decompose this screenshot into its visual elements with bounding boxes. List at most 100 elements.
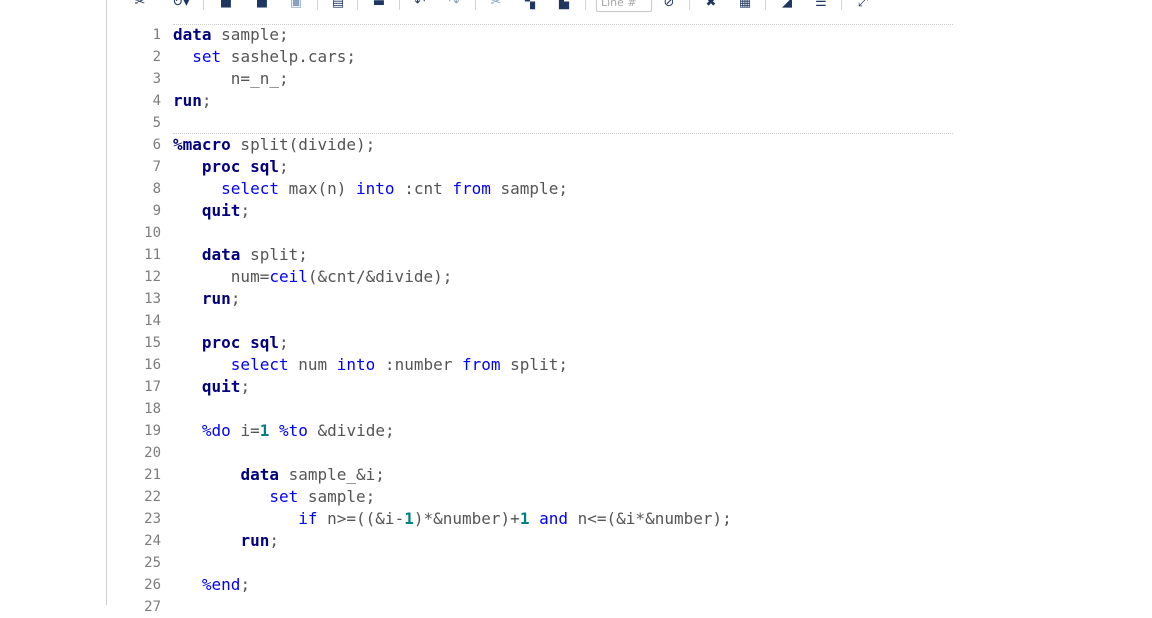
cut-icon[interactable]: ✂ — [487, 0, 505, 12]
line-number: 15 — [144, 335, 161, 351]
highlight-icon[interactable]: ◢ — [777, 0, 797, 12]
code-token-fn: select — [221, 179, 279, 198]
code-token: :cnt — [394, 179, 453, 198]
code-text: run; — [173, 90, 212, 112]
code-token: ; — [240, 201, 251, 220]
code-line: 27 — [107, 596, 1152, 618]
properties-icon[interactable]: ☰ — [811, 0, 831, 12]
code-text: proc sql; — [173, 332, 289, 354]
export-icon[interactable]: ▬ — [369, 0, 389, 12]
code-token: i= — [230, 421, 260, 440]
code-line: 3 n=_n_; — [107, 68, 1152, 90]
code-line: 8 select max(n) into :cnt from sample; — [107, 178, 1152, 200]
line-number: 3 — [152, 71, 161, 87]
save-icon[interactable]: ■ — [217, 0, 235, 12]
line-number: 22 — [144, 489, 161, 505]
code-token: sample; — [298, 487, 376, 506]
code-token-kw: run — [173, 91, 202, 110]
code-token: num — [288, 355, 337, 374]
code-token: sample_&i; — [278, 465, 385, 484]
code-token: ; — [240, 377, 251, 396]
code-token: sashelp.cars; — [221, 47, 357, 66]
code-token-fn: ceil — [269, 267, 308, 286]
code-text: if n>=((&i-1)*&number)+1 and n<=(&i*&num… — [173, 508, 732, 530]
undo-dropdown-icon[interactable]: ↻▾ — [169, 0, 193, 12]
code-line: 14 — [107, 310, 1152, 332]
code-line: 11 data split; — [107, 244, 1152, 266]
line-number: 6 — [152, 137, 161, 153]
clear-icon[interactable]: ✖ — [701, 0, 721, 12]
line-number: 18 — [144, 401, 161, 417]
redo-icon[interactable]: ↷ — [445, 0, 463, 12]
code-text: num=ceil(&cnt/&divide); — [173, 266, 453, 288]
code-line: 6 %macro split(divide); — [107, 134, 1152, 156]
code-line: 7 proc sql; — [107, 156, 1152, 178]
toolbar-separator — [317, 0, 318, 10]
save-as-icon[interactable]: ■ — [253, 0, 271, 12]
line-number: 25 — [144, 555, 161, 571]
code-token: (&cnt/&divide); — [307, 267, 453, 286]
code-token-fn: set — [269, 487, 299, 506]
format-code-icon[interactable]: ▦ — [735, 0, 755, 12]
code-token-fn: into — [356, 179, 395, 198]
code-text: data sample_&i; — [173, 464, 385, 486]
line-number: 11 — [144, 247, 161, 263]
line-number-input[interactable]: Line # — [596, 0, 652, 12]
toolbar-separator — [765, 0, 766, 10]
line-number: 13 — [144, 291, 161, 307]
code-line: 16 select num into :number from split; — [107, 354, 1152, 376]
toolbar-separator — [841, 0, 842, 10]
line-number: 1 — [152, 27, 161, 43]
code-token-fn: set — [192, 47, 222, 66]
copy-icon[interactable]: ▚ — [521, 0, 539, 12]
code-token-kw: quit — [201, 377, 241, 396]
code-line: 5 — [107, 112, 1152, 134]
code-editor[interactable]: 1 data sample; 2 set sashelp.cars; 3 n=_n_;… — [107, 24, 1152, 615]
code-token: n>=((&i- — [317, 509, 405, 528]
code-token: sample; — [211, 25, 289, 44]
code-token-fn: and — [539, 509, 568, 528]
code-line: 9 quit; — [107, 200, 1152, 222]
undo-icon[interactable]: ↶ — [411, 0, 429, 12]
code-token-fn: select — [230, 355, 289, 374]
code-token-fn: if — [298, 509, 318, 528]
code-token: split(divide); — [230, 135, 376, 154]
code-line: 20 — [107, 442, 1152, 464]
run-icon[interactable]: ✂ — [131, 0, 149, 12]
code-token-kw: data — [173, 25, 212, 44]
code-token-fn: from — [452, 179, 491, 198]
code-text: proc sql; — [173, 156, 289, 178]
code-token: num= — [173, 267, 270, 286]
code-line: 12 num=ceil(&cnt/&divide); — [107, 266, 1152, 288]
line-number: 21 — [144, 467, 161, 483]
open-icon[interactable]: ▣ — [287, 0, 305, 12]
paste-icon[interactable]: ▙ — [555, 0, 573, 12]
code-token-fn: %to — [279, 421, 308, 440]
toolbar-separator — [203, 0, 204, 10]
code-text: run; — [173, 530, 279, 552]
code-line: 17 quit; — [107, 376, 1152, 398]
code-token: n<=(&i*&number); — [568, 509, 732, 528]
code-token-kw: data — [201, 245, 241, 264]
code-text: quit; — [173, 376, 250, 398]
line-number: 26 — [144, 577, 161, 593]
code-text: %do i=1 %to &divide; — [173, 420, 395, 442]
code-text: %end; — [173, 574, 250, 596]
code-token: split; — [500, 355, 568, 374]
log-icon[interactable]: ▤ — [329, 0, 347, 12]
goto-line-icon[interactable]: ⊘ — [660, 0, 678, 12]
line-number: 27 — [144, 599, 161, 615]
maximize-icon[interactable]: ⤢ — [853, 0, 873, 12]
code-line: 2 set sashelp.cars; — [107, 46, 1152, 68]
code-text: select num into :number from split; — [173, 354, 568, 376]
code-line: 24 run; — [107, 530, 1152, 552]
line-number: 5 — [152, 115, 161, 131]
